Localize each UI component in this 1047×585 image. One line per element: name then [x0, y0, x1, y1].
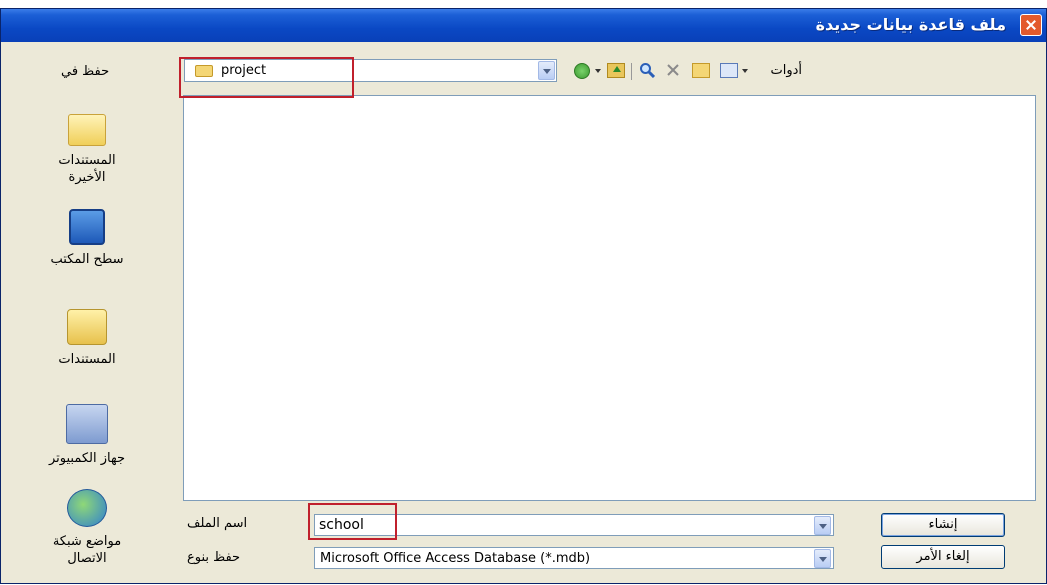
place-network-places[interactable]: مواضع شبكة الاتصال [7, 489, 167, 567]
place-label: جهاز الكمبيوتر [48, 451, 126, 466]
save-as-type-dropdown-button[interactable] [814, 549, 831, 568]
network-places-icon [67, 489, 107, 527]
place-label: سطح المكتب [50, 252, 124, 267]
desktop-icon [69, 209, 105, 245]
cancel-button[interactable]: إلغاء الأمر [881, 545, 1005, 569]
folder-highlight-box [179, 57, 354, 98]
place-label: المستندات [58, 352, 116, 367]
place-recent-documents[interactable]: المستندات الأخيرة [7, 114, 167, 186]
save-as-type-value: Microsoft Office Access Database (*.mdb) [320, 551, 591, 566]
save-in-dropdown-button[interactable] [538, 61, 555, 80]
place-label: المستندات [58, 153, 116, 168]
toolbar-separator [631, 63, 632, 80]
new-database-dialog: ملف قاعدة بيانات جديدة حفظ في project أد… [0, 8, 1047, 584]
place-desktop[interactable]: سطح المكتب [7, 209, 167, 268]
back-dropdown-icon[interactable] [595, 69, 601, 73]
my-computer-icon [66, 404, 108, 444]
create-button[interactable]: إنشاء [881, 513, 1005, 537]
place-label: مواضع شبكة [52, 534, 122, 549]
save-in-label: حفظ في [61, 64, 110, 79]
file-list-area[interactable] [183, 95, 1036, 501]
title-bar: ملف قاعدة بيانات جديدة [1, 9, 1046, 42]
up-folder-icon[interactable] [607, 63, 625, 78]
file-name-label: اسم الملف [187, 516, 248, 531]
delete-icon[interactable] [665, 62, 681, 78]
new-folder-icon[interactable] [692, 63, 710, 78]
back-icon[interactable] [574, 63, 590, 79]
place-label: الأخيرة [68, 170, 106, 185]
place-my-documents[interactable]: المستندات [7, 309, 167, 368]
views-dropdown-icon[interactable] [742, 69, 748, 73]
filename-highlight-box [308, 503, 397, 540]
my-documents-icon [67, 309, 107, 345]
tools-menu[interactable]: أدوات [752, 63, 802, 81]
recent-documents-icon [68, 114, 106, 146]
places-bar: المستندات الأخيرة سطح المكتب المستندات ج… [7, 99, 172, 585]
toolbar: أدوات [569, 61, 969, 85]
save-as-type-select[interactable]: Microsoft Office Access Database (*.mdb) [314, 547, 834, 569]
file-name-dropdown-button[interactable] [814, 516, 831, 535]
search-web-icon[interactable] [639, 62, 655, 78]
close-button[interactable] [1020, 14, 1042, 36]
views-icon[interactable] [720, 63, 738, 78]
save-as-type-label: حفظ بنوع [187, 550, 241, 565]
place-my-computer[interactable]: جهاز الكمبيوتر [7, 404, 167, 467]
place-label: الاتصال [67, 551, 107, 566]
window-title: ملف قاعدة بيانات جديدة [815, 15, 1006, 34]
